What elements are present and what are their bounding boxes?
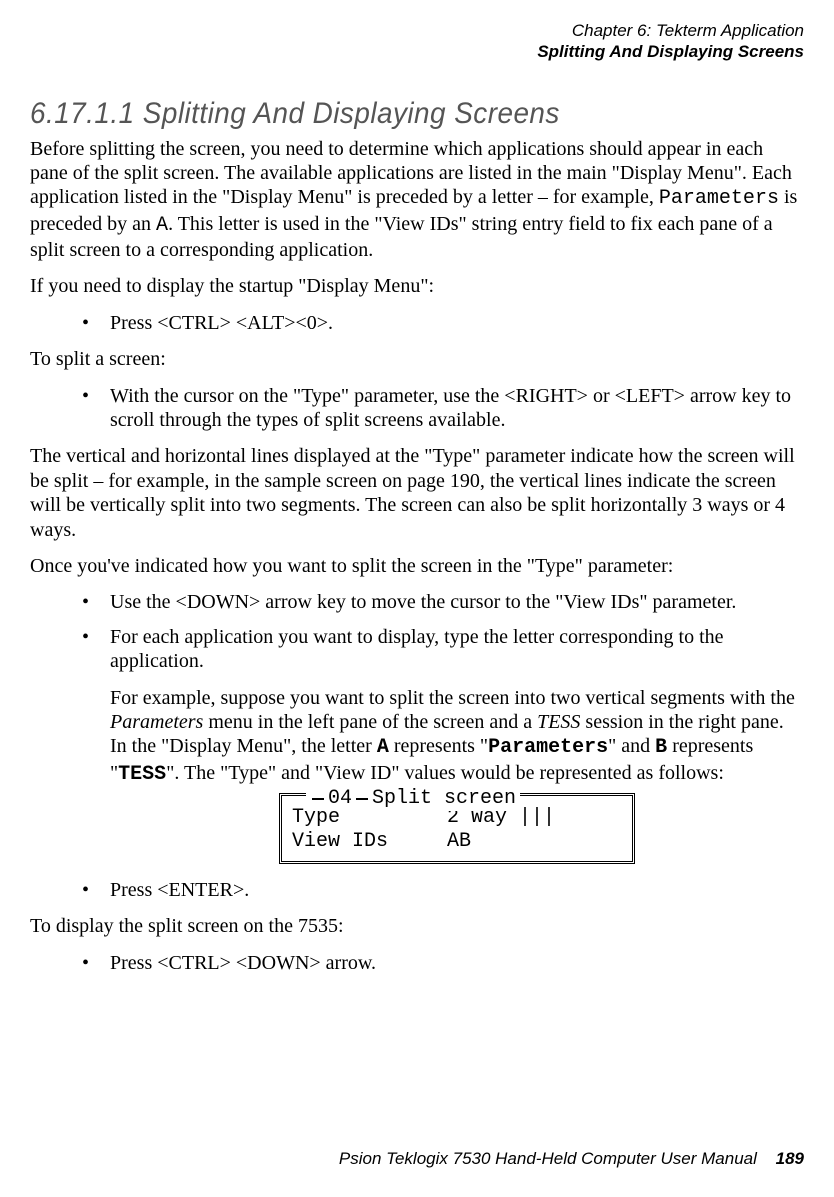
title-bar-icon	[356, 798, 368, 800]
text: " and	[608, 735, 655, 757]
screen-row-view: View IDs AB	[292, 830, 622, 854]
bullet-list: Press <CTRL> <ALT><0>.	[30, 311, 804, 335]
list-item: For each application you want to display…	[82, 625, 804, 864]
paragraph-display-split: To display the split screen on the 7535:	[30, 914, 804, 938]
italic-parameters: Parameters	[110, 711, 203, 733]
text: For each application you want to display…	[110, 626, 724, 672]
list-item: Press <CTRL> <ALT><0>.	[82, 311, 804, 335]
italic-tess: TESS	[537, 711, 580, 733]
paragraph-once: Once you've indicated how you want to sp…	[30, 554, 804, 578]
list-item: With the cursor on the "Type" parameter,…	[82, 384, 804, 433]
screen-sample-wrap: 04 Split screen Type 2 Way ||| View IDs	[110, 793, 804, 864]
code-parameters: Parameters	[488, 736, 608, 759]
title-bar-icon	[312, 798, 324, 800]
code-parameters: Parameters	[659, 187, 779, 210]
page-footer: Psion Teklogix 7530 Hand-Held Computer U…	[339, 1149, 804, 1169]
document-page: Chapter 6: Tekterm Application Splitting…	[0, 0, 834, 1197]
paragraph-split: To split a screen:	[30, 347, 804, 371]
screen-title: 04 Split screen	[306, 784, 520, 811]
list-item: Use the <DOWN> arrow key to move the cur…	[82, 590, 804, 614]
list-item: Press <ENTER>.	[82, 878, 804, 902]
chapter-line: Chapter 6: Tekterm Application	[30, 20, 804, 41]
paragraph-intro: Before splitting the screen, you need to…	[30, 137, 804, 263]
paragraph-display-menu: If you need to display the startup "Disp…	[30, 274, 804, 298]
text: represents "	[389, 735, 488, 757]
bullet-list: Use the <DOWN> arrow key to move the cur…	[30, 590, 804, 902]
code-tess: TESS	[118, 763, 166, 786]
screen-view-value: AB	[447, 830, 471, 854]
text: ". The "Type" and "View ID" values would…	[166, 762, 724, 784]
code-a: A	[377, 736, 389, 759]
paragraph-type-lines: The vertical and horizontal lines displa…	[30, 444, 804, 542]
list-item-sub: For example, suppose you want to split t…	[110, 686, 804, 788]
bullet-list: Press <CTRL> <DOWN> arrow.	[30, 951, 804, 975]
code-a: A	[156, 214, 168, 237]
screen-name: Split screen	[372, 787, 516, 811]
screen-num: 04	[328, 787, 352, 811]
section-heading: 6.17.1.1 Splitting And Displaying Screen…	[30, 97, 750, 131]
text: For example, suppose you want to split t…	[110, 687, 795, 709]
chapter-subtitle: Splitting And Displaying Screens	[30, 41, 804, 62]
screen-view-label: View IDs	[292, 830, 447, 854]
footer-title: Psion Teklogix 7530 Hand-Held Computer U…	[339, 1149, 757, 1168]
page-number: 189	[776, 1149, 804, 1168]
bullet-list: With the cursor on the "Type" parameter,…	[30, 384, 804, 433]
code-b: B	[655, 736, 667, 759]
screen-sample-box: 04 Split screen Type 2 Way ||| View IDs	[279, 793, 635, 864]
chapter-header: Chapter 6: Tekterm Application Splitting…	[30, 20, 804, 63]
list-item: Press <CTRL> <DOWN> arrow.	[82, 951, 804, 975]
text: menu in the left pane of the screen and …	[203, 711, 537, 733]
